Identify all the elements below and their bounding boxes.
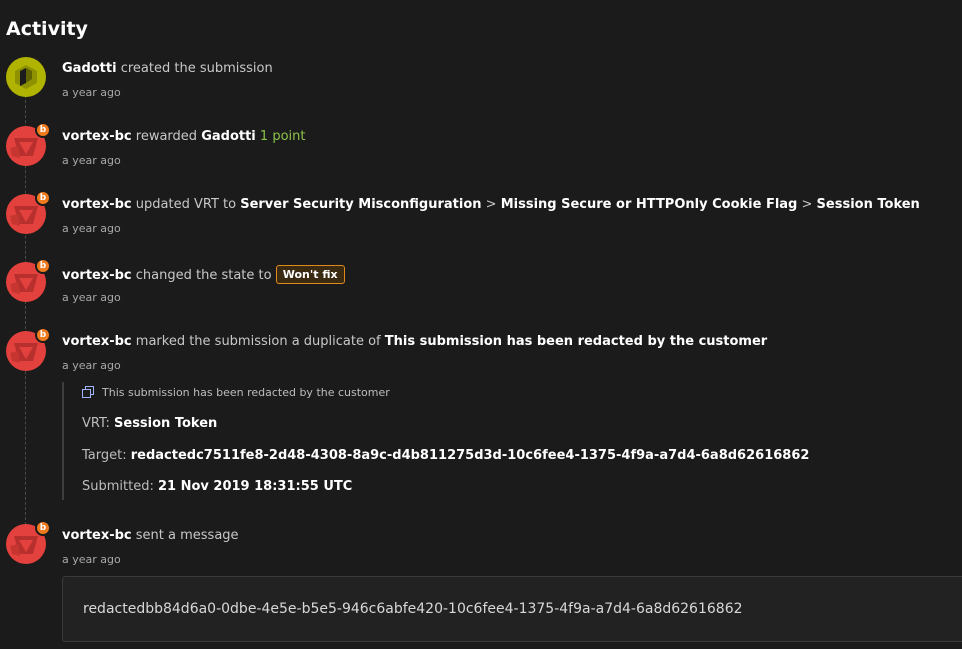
vrt-category: Server Security Misconfiguration — [240, 197, 482, 212]
timestamp: a year ago — [62, 291, 121, 304]
page-title: Activity — [6, 18, 88, 40]
bugcrowd-badge-icon: b — [35, 122, 51, 138]
bugcrowd-badge-icon: b — [35, 520, 51, 536]
bugcrowd-badge-icon: b — [35, 258, 51, 274]
bugcrowd-badge-icon: b — [35, 327, 51, 343]
submitted-label: Submitted: — [82, 479, 154, 494]
avatar-vortex-bc[interactable]: b — [6, 122, 51, 166]
points-value: 1 point — [259, 129, 306, 144]
actor-link[interactable]: vortex-bc — [62, 334, 132, 349]
avatar-vortex-bc[interactable]: b — [6, 190, 51, 234]
duplicate-target-link[interactable]: This submission has been redacted by the… — [385, 334, 767, 349]
vrt-separator: > — [485, 197, 497, 212]
bugcrowd-badge-icon: b — [35, 190, 51, 206]
timestamp: a year ago — [62, 86, 121, 99]
timestamp: a year ago — [62, 222, 121, 235]
avatar-vortex-bc[interactable]: b — [6, 327, 51, 371]
duplicate-details: This submission has been redacted by the… — [62, 382, 809, 500]
timestamp: a year ago — [62, 553, 121, 566]
timestamp: a year ago — [62, 154, 121, 167]
state-badge: Won't fix — [275, 265, 345, 284]
vrt-value: Session Token — [114, 416, 218, 431]
activity-entry-state-change: vortex-bc changed the state to Won't fix — [62, 265, 345, 284]
submitted-value: 21 Nov 2019 18:31:55 UTC — [157, 479, 353, 494]
action-text: sent a message — [135, 528, 239, 543]
actor-link[interactable]: vortex-bc — [62, 197, 132, 212]
message-text: redactedbb84d6a0-0dbe-4e5e-b5e5-946c6abf… — [83, 601, 743, 617]
action-text: updated VRT to — [135, 197, 237, 212]
avatar-vortex-bc[interactable]: b — [6, 258, 51, 302]
target-label: Target: — [82, 448, 127, 463]
activity-entry-duplicate: vortex-bc marked the submission a duplic… — [62, 334, 767, 349]
actor-link[interactable]: vortex-bc — [62, 268, 132, 283]
avatar-vortex-bc[interactable]: b — [6, 520, 51, 564]
vrt-label: VRT: — [82, 416, 110, 431]
activity-entry-created: Gadotti created the submission — [62, 61, 273, 76]
duplicate-heading-text: This submission has been redacted by the… — [102, 386, 390, 399]
actor-link[interactable]: Gadotti — [62, 61, 117, 76]
action-text: created the submission — [120, 61, 273, 76]
activity-entry-message: vortex-bc sent a message — [62, 528, 239, 543]
action-text: rewarded — [135, 129, 198, 144]
avatar-gadotti[interactable] — [6, 57, 46, 97]
action-text: marked the submission a duplicate of — [135, 334, 381, 349]
cube-avatar-icon — [15, 65, 37, 89]
target-value: redactedc7511fe8-2d48-4308-8a9c-d4b81127… — [130, 448, 810, 463]
duplicate-heading[interactable]: This submission has been redacted by the… — [82, 386, 390, 399]
vrt-separator: > — [801, 197, 813, 212]
activity-entry-vrt-update: vortex-bc updated VRT to Server Security… — [62, 197, 920, 212]
message-box: redactedbb84d6a0-0dbe-4e5e-b5e5-946c6abf… — [62, 576, 962, 642]
duplicate-target-row: Target: redactedc7511fe8-2d48-4308-8a9c-… — [82, 448, 809, 463]
copy-icon — [82, 386, 94, 398]
actor-link[interactable]: vortex-bc — [62, 129, 132, 144]
vrt-variant: Session Token — [816, 197, 920, 212]
action-text: changed the state to — [135, 268, 272, 283]
duplicate-vrt-row: VRT: Session Token — [82, 416, 217, 431]
timestamp: a year ago — [62, 359, 121, 372]
activity-entry-reward: vortex-bc rewarded Gadotti 1 point — [62, 129, 305, 144]
duplicate-submitted-row: Submitted: 21 Nov 2019 18:31:55 UTC — [82, 479, 352, 494]
vrt-subcategory: Missing Secure or HTTPOnly Cookie Flag — [500, 197, 798, 212]
activity-page: Activity Gadotti created the submission … — [0, 0, 962, 649]
reward-target-link[interactable]: Gadotti — [201, 129, 256, 144]
actor-link[interactable]: vortex-bc — [62, 528, 132, 543]
